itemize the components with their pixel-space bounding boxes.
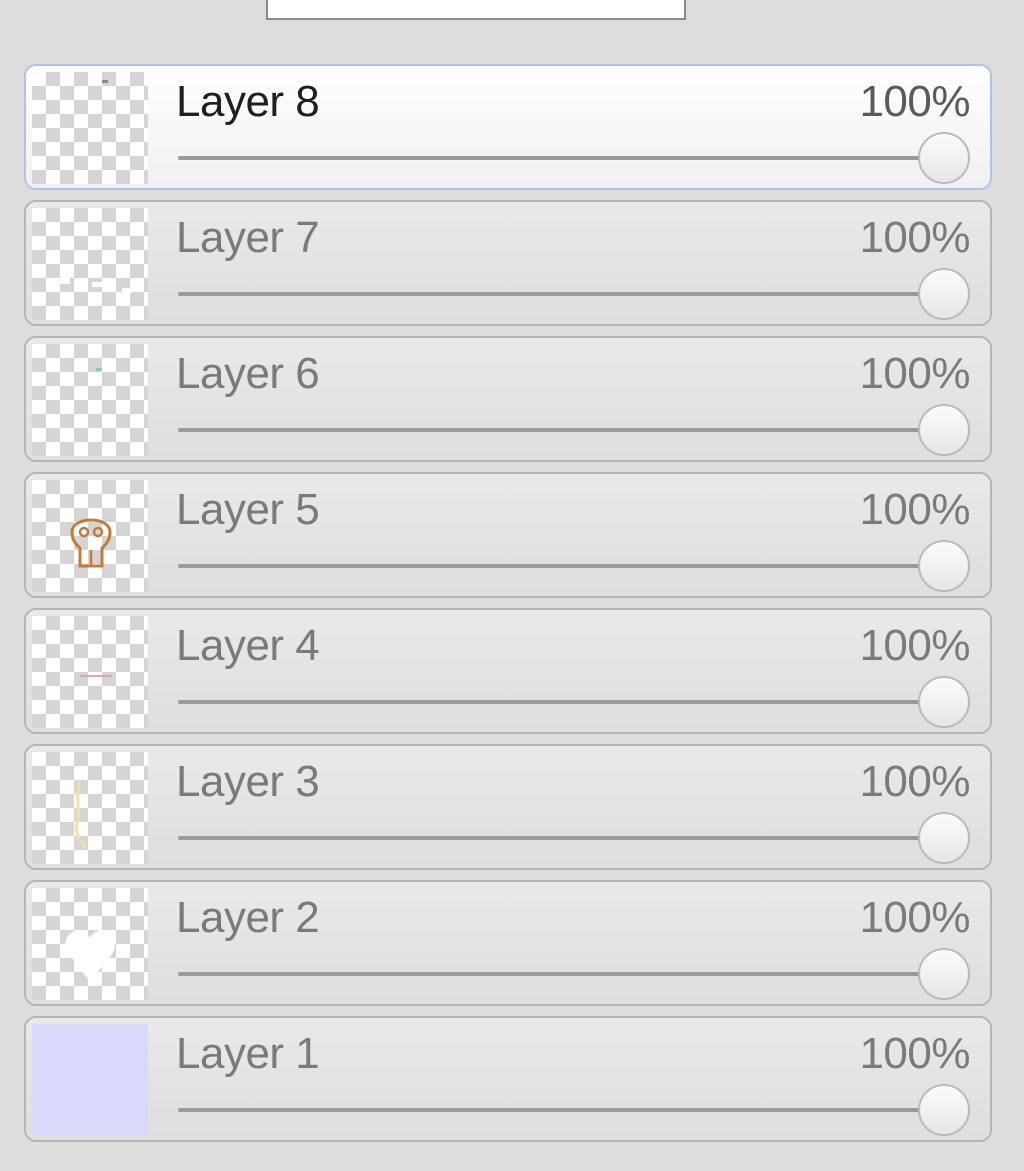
- opacity-slider[interactable]: [178, 948, 970, 1000]
- layer-item-5[interactable]: Layer 5 100%: [24, 472, 992, 598]
- layer-item-4[interactable]: Layer 4 100%: [24, 608, 992, 734]
- layer-opacity-label: 100%: [859, 485, 970, 534]
- slider-thumb[interactable]: [918, 676, 970, 728]
- layer-thumbnail: [32, 752, 148, 864]
- layer-thumbnail: [32, 344, 148, 456]
- layer-name: Layer 7: [176, 213, 320, 262]
- slider-track: [178, 564, 970, 568]
- layer-thumbnail: [32, 616, 148, 728]
- layer-name: Layer 2: [176, 893, 320, 942]
- layer-item-7[interactable]: Layer 7 100%: [24, 200, 992, 326]
- layer-opacity-label: 100%: [859, 349, 970, 398]
- slider-thumb[interactable]: [918, 132, 970, 184]
- slider-thumb[interactable]: [918, 948, 970, 1000]
- slider-thumb[interactable]: [918, 540, 970, 592]
- opacity-slider[interactable]: [178, 676, 970, 728]
- layer-item-8[interactable]: Layer 8 100%: [24, 64, 992, 190]
- slider-thumb[interactable]: [918, 812, 970, 864]
- slider-track: [178, 700, 970, 704]
- layer-thumbnail: [32, 480, 148, 592]
- layer-name: Layer 5: [176, 485, 320, 534]
- layer-item-3[interactable]: Layer 3 100%: [24, 744, 992, 870]
- layer-item-6[interactable]: Layer 6 100%: [24, 336, 992, 462]
- layer-opacity-label: 100%: [859, 893, 970, 942]
- slider-thumb[interactable]: [918, 1084, 970, 1136]
- slider-thumb[interactable]: [918, 404, 970, 456]
- layer-item-2[interactable]: Layer 2 100%: [24, 880, 992, 1006]
- skull-icon: [70, 518, 112, 568]
- opacity-slider[interactable]: [178, 404, 970, 456]
- layer-name: Layer 4: [176, 621, 320, 670]
- slider-thumb[interactable]: [918, 268, 970, 320]
- slider-track: [178, 292, 970, 296]
- layer-item-1[interactable]: Layer 1 100%: [24, 1016, 992, 1142]
- layer-name: Layer 1: [176, 1029, 320, 1078]
- layer-name: Layer 3: [176, 757, 320, 806]
- slider-track: [178, 972, 970, 976]
- layer-thumbnail: [32, 1024, 148, 1136]
- opacity-slider[interactable]: [178, 268, 970, 320]
- opacity-slider[interactable]: [178, 132, 970, 184]
- layer-opacity-label: 100%: [859, 757, 970, 806]
- opacity-slider[interactable]: [178, 812, 970, 864]
- slider-track: [178, 428, 970, 432]
- layer-name-field[interactable]: [266, 0, 686, 20]
- layer-name: Layer 8: [176, 77, 320, 126]
- slider-track: [178, 836, 970, 840]
- layers-panel: Layer 8 100% Layer 7 100% Layer 6 100% L…: [0, 0, 1024, 1171]
- slider-track: [178, 1108, 970, 1112]
- opacity-slider[interactable]: [178, 1084, 970, 1136]
- opacity-slider[interactable]: [178, 540, 970, 592]
- layer-list: Layer 8 100% Layer 7 100% Layer 6 100% L…: [24, 64, 992, 1152]
- layer-name: Layer 6: [176, 349, 320, 398]
- layer-thumbnail: [32, 888, 148, 1000]
- slider-track: [178, 156, 970, 160]
- layer-opacity-label: 100%: [859, 77, 970, 126]
- heart-icon: [65, 930, 116, 982]
- layer-thumbnail: [32, 72, 148, 184]
- layer-opacity-label: 100%: [859, 1029, 970, 1078]
- layer-opacity-label: 100%: [859, 213, 970, 262]
- layer-thumbnail: [32, 208, 148, 320]
- layer-opacity-label: 100%: [859, 621, 970, 670]
